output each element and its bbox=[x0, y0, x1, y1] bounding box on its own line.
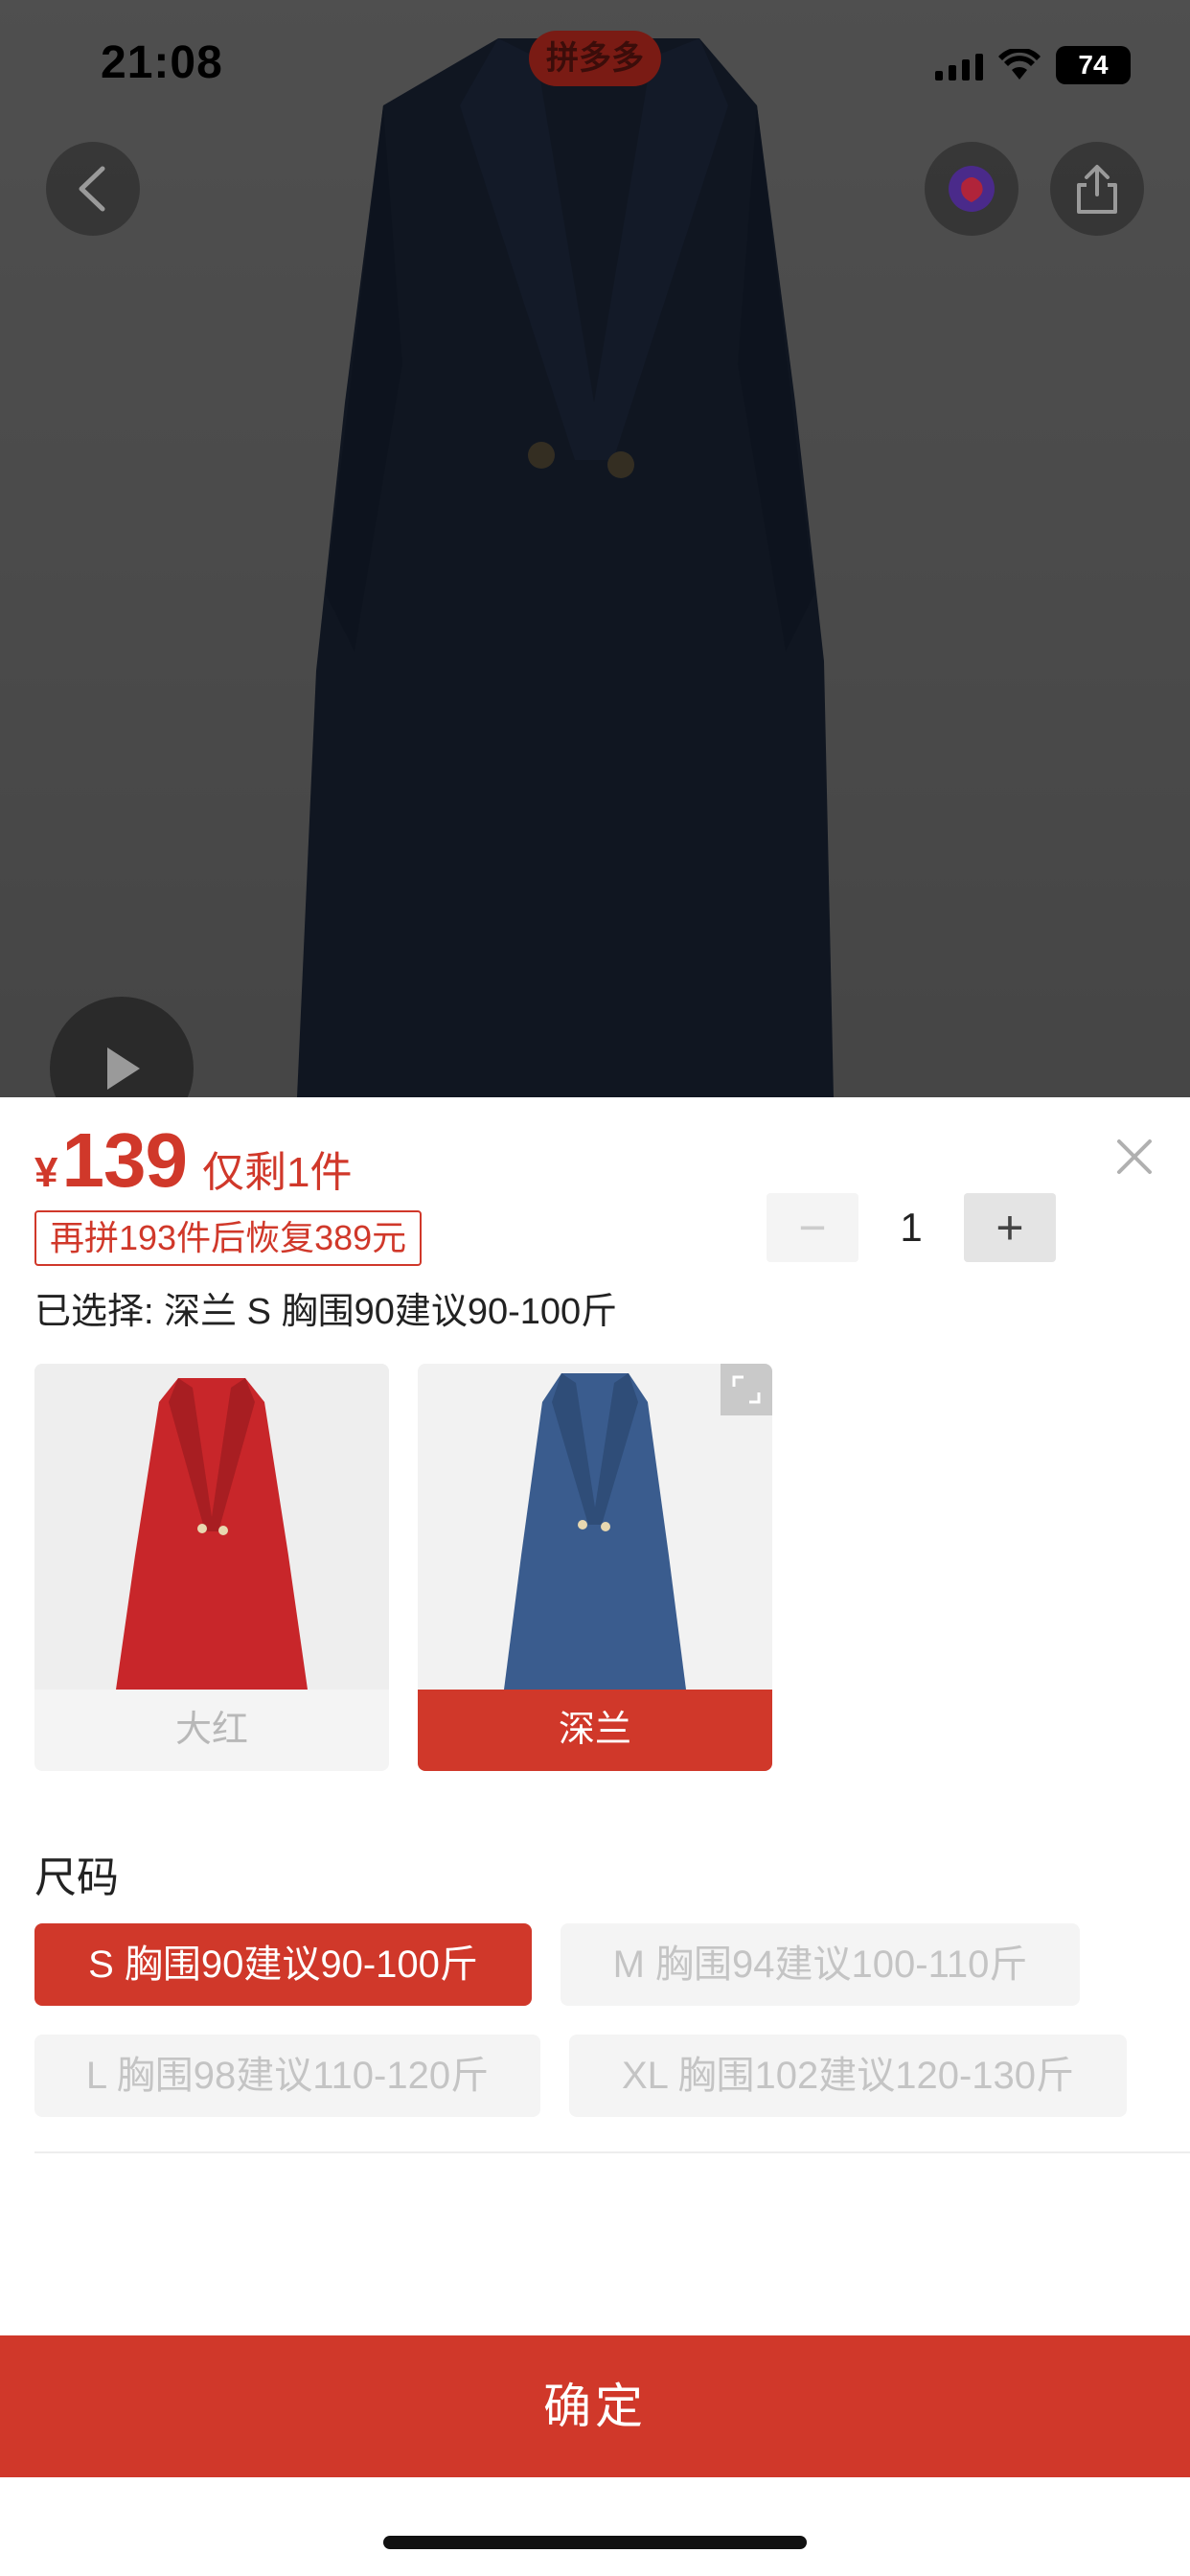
price-currency: ¥ bbox=[34, 1149, 58, 1196]
color-option-label: 大红 bbox=[174, 1710, 248, 1750]
size-option-m[interactable]: M 胸围94建议100-110斤 bbox=[561, 1923, 1080, 2006]
price-value: 139 bbox=[61, 1117, 187, 1203]
color-option-label: 深兰 bbox=[418, 1690, 772, 1771]
increase-quantity-button[interactable]: + bbox=[964, 1193, 1056, 1262]
app-badge: 拼多多 bbox=[529, 31, 661, 86]
sku-selection-sheet: ¥ 139 仅剩1件 再拼193件后恢复389元 − 1 + 已选择: 深兰 S… bbox=[0, 1097, 1190, 2576]
coat-thumbnail-red bbox=[116, 1378, 308, 1690]
decrease-quantity-button[interactable]: − bbox=[767, 1193, 858, 1262]
play-icon bbox=[107, 1047, 140, 1090]
share-button[interactable] bbox=[1050, 142, 1144, 236]
signal-icon bbox=[935, 50, 983, 80]
color-option-red[interactable]: 大红 bbox=[34, 1364, 389, 1771]
quantity-stepper: − 1 + bbox=[767, 1193, 1056, 1262]
status-bar: 21:08 拼多多 74 bbox=[0, 0, 1190, 134]
size-option-s[interactable]: S 胸围90建议90-100斤 bbox=[34, 1923, 532, 2006]
quantity-value: 1 bbox=[900, 1205, 923, 1250]
home-indicator bbox=[383, 2536, 807, 2549]
promo-badge: 再拼193件后恢复389元 bbox=[34, 1210, 423, 1266]
color-option-image bbox=[418, 1364, 772, 1690]
status-icons: 74 bbox=[935, 46, 1131, 84]
size-option-l[interactable]: L 胸围98建议110-120斤 bbox=[34, 2035, 540, 2117]
size-option-xl[interactable]: XL 胸围102建议120-130斤 bbox=[569, 2035, 1127, 2117]
back-button[interactable] bbox=[46, 142, 140, 236]
divider bbox=[34, 2151, 1190, 2153]
selected-summary: 已选择: 深兰 S 胸围90建议90-100斤 bbox=[34, 1281, 617, 1334]
size-section-title: 尺码 bbox=[34, 1854, 119, 1901]
color-option-navy[interactable]: 深兰 bbox=[418, 1364, 772, 1771]
selected-prefix: 已选择: bbox=[34, 1292, 154, 1332]
status-time: 21:08 bbox=[101, 37, 223, 88]
coat-thumbnail-navy bbox=[504, 1373, 686, 1690]
favorite-icon bbox=[949, 166, 995, 212]
expand-icon bbox=[732, 1375, 761, 1404]
color-option-image bbox=[34, 1364, 389, 1690]
stock-note: 仅剩1件 bbox=[201, 1149, 353, 1196]
battery-indicator: 74 bbox=[1056, 46, 1131, 84]
confirm-button[interactable]: 确定 bbox=[0, 2335, 1190, 2477]
close-button[interactable] bbox=[1113, 1136, 1156, 1178]
expand-image-button[interactable] bbox=[721, 1364, 772, 1415]
color-options: 大红 深兰 bbox=[34, 1364, 772, 1771]
price-row: ¥ 139 仅剩1件 bbox=[34, 1116, 352, 1205]
chevron-left-icon bbox=[79, 166, 105, 212]
favorite-button[interactable] bbox=[925, 142, 1018, 236]
wifi-icon bbox=[998, 49, 1041, 80]
share-icon bbox=[1077, 165, 1117, 214]
close-icon bbox=[1117, 1139, 1152, 1174]
selected-value: 深兰 S 胸围90建议90-100斤 bbox=[164, 1292, 618, 1332]
